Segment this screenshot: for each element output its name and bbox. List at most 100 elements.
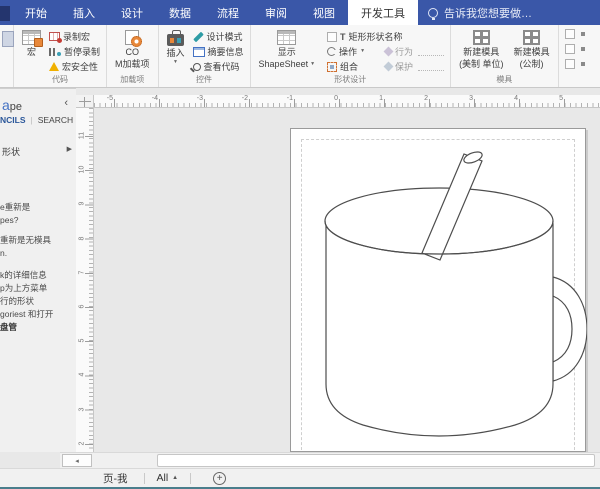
checkbox-icon[interactable] [565, 44, 575, 54]
summary-info-label: 摘要信息 [208, 45, 244, 58]
shape-design-row-2: 操作 ▼ 行为 [325, 44, 446, 59]
tab-separator: | [31, 115, 33, 125]
ruler-number: 5 [559, 95, 565, 102]
combine-button[interactable]: 组合 [325, 59, 383, 74]
tab-data[interactable]: 数据 [156, 0, 204, 25]
message-line: 重新是无模具 [0, 234, 76, 247]
new-stencil-us-button[interactable]: 新建模具 (美制 单位) [455, 27, 508, 69]
ribbon-group-shape-design: 显示 ShapeSheet ▼ T 矩形形状名称 [251, 25, 452, 87]
record-macro-button[interactable]: 录制宏 [47, 29, 102, 44]
view-code-label: 查看代码 [204, 60, 240, 73]
show-shapesheet-button[interactable]: 显示 ShapeSheet ▼ [255, 27, 320, 69]
combine-icon [327, 62, 337, 72]
shape-name-checkbox[interactable]: T 矩形形状名称 [325, 29, 446, 44]
design-mode-button[interactable]: 设计模式 [191, 29, 246, 44]
more-shapes-item[interactable]: 形状 ▶ [2, 145, 72, 158]
tab-insert[interactable]: 插入 [60, 0, 108, 25]
new-stencil-metric-label-1: 新建模具 [514, 47, 550, 57]
summary-info-button[interactable]: 摘要信息 [191, 44, 246, 59]
drawing-canvas[interactable] [94, 108, 600, 452]
ruler-number: 3 [79, 404, 86, 414]
horizontal-scrollbar[interactable]: ◂ [60, 452, 600, 468]
tab-developer[interactable]: 开发工具 [348, 0, 418, 25]
ruler-corner [76, 95, 94, 108]
title-fragment-a: a [2, 97, 10, 113]
dropdown-arrow-icon: ▼ [360, 49, 365, 54]
code-group-label: 代码 [18, 74, 102, 86]
shape-design-row-3: 组合 保护 [325, 59, 446, 74]
ruler-number: 2 [424, 95, 430, 102]
more-shapes-label: 形状 [2, 145, 20, 158]
ruler-number: 0 [334, 95, 340, 102]
add-page-button[interactable]: + [213, 472, 226, 485]
macros-icon [22, 30, 41, 45]
visual-basic-button-fragment[interactable] [0, 25, 14, 87]
dotted-leader [418, 62, 444, 71]
behavior-icon [384, 47, 394, 57]
view-code-button[interactable]: 查看代码 [191, 59, 246, 74]
operations-icon [327, 47, 336, 56]
title-fragment: pe [10, 101, 22, 113]
checkbox-icon [327, 32, 337, 42]
insert-control-button[interactable]: 插入 ▼ [163, 27, 189, 65]
checkbox-icon[interactable] [565, 29, 575, 39]
warning-triangle-icon [49, 62, 59, 71]
com-addins-icon [125, 30, 139, 45]
operations-label: 操作 [339, 45, 357, 58]
com-addins-button[interactable]: CO M加载项 [111, 27, 154, 69]
protection-button[interactable]: 保护 [383, 59, 446, 74]
design-mode-icon [193, 31, 204, 42]
tell-me-label: 告诉我您想要做… [444, 5, 532, 21]
tab-home[interactable]: 开始 [12, 0, 60, 25]
tell-me-box[interactable]: 告诉我您想要做… [418, 0, 542, 25]
macros-button[interactable]: 宏 [18, 27, 45, 57]
show-shapesheet-label-2: ShapeSheet [259, 59, 309, 69]
tab-design[interactable]: 设计 [108, 0, 156, 25]
page-tab[interactable]: 页-我 [95, 471, 136, 486]
ruler-number: 4 [79, 370, 86, 380]
no-stencils-message: e重新是pes?重新是无模具n.k的详细信息p为上方菜单行的形状goriest … [0, 201, 76, 334]
shapes-panel: ape ‹ NCILS | SEARCH 形状 ▶ e重新是pes? 重新是无模具… [0, 88, 76, 452]
ribbon-group-code: 宏 录制宏 暂停录制 宏安全性 代码 [14, 25, 107, 87]
all-pages-button[interactable]: All ▲ [153, 472, 183, 484]
behavior-label: 行为 [395, 45, 413, 58]
tab-view[interactable]: 视图 [300, 0, 348, 25]
record-macro-icon [49, 32, 60, 41]
collapse-panel-icon[interactable]: ‹ [64, 97, 68, 109]
ruler-number: 1 [379, 95, 385, 102]
all-pages-label: All [157, 472, 169, 484]
tab-search[interactable]: SEARCH [38, 115, 73, 125]
pause-recording-button[interactable]: 暂停录制 [47, 44, 102, 59]
ruler-number: 10 [79, 165, 86, 175]
message-line: e重新是 [0, 201, 76, 214]
new-stencil-metric-button[interactable]: 新建模具 (公制) [510, 27, 554, 69]
protection-icon [384, 62, 394, 72]
message-line: n. [0, 247, 76, 260]
ribbon-group-controls: 插入 ▼ 设计模式 摘要信息 查看代码 [159, 25, 251, 87]
ribbon-group-cutoff [559, 25, 577, 87]
pause-icon [49, 48, 61, 56]
drawing-page[interactable] [290, 128, 586, 452]
message-line: 盘管 [0, 321, 76, 334]
tab-process[interactable]: 流程 [204, 0, 252, 25]
ruler-number: -2 [242, 95, 250, 102]
behavior-button[interactable]: 行为 [383, 44, 446, 59]
page-tabs-bar: 页-我 All ▲ + [0, 468, 600, 487]
mug-shape[interactable] [291, 129, 587, 452]
dotted-leader [418, 47, 444, 56]
show-shapesheet-label-2-row: ShapeSheet ▼ [259, 59, 316, 69]
message-line: pes? [0, 214, 76, 227]
operations-button[interactable]: 操作 ▼ [325, 44, 383, 59]
scrollbar-thumb[interactable] [157, 454, 595, 467]
macro-security-button[interactable]: 宏安全性 [47, 59, 102, 74]
ruler-number: 5 [79, 336, 86, 346]
scroll-left-button[interactable]: ◂ [62, 454, 92, 467]
ruler-number: -3 [197, 95, 205, 102]
ruler-number: 11 [79, 131, 86, 141]
form-icon [193, 47, 205, 57]
horizontal-ruler: -5-4-3-2-1012345 [76, 95, 600, 108]
tab-review[interactable]: 审阅 [252, 0, 300, 25]
tab-stencils[interactable]: NCILS [0, 115, 26, 125]
checkbox-icon[interactable] [565, 59, 575, 69]
ruler-number: 3 [469, 95, 475, 102]
